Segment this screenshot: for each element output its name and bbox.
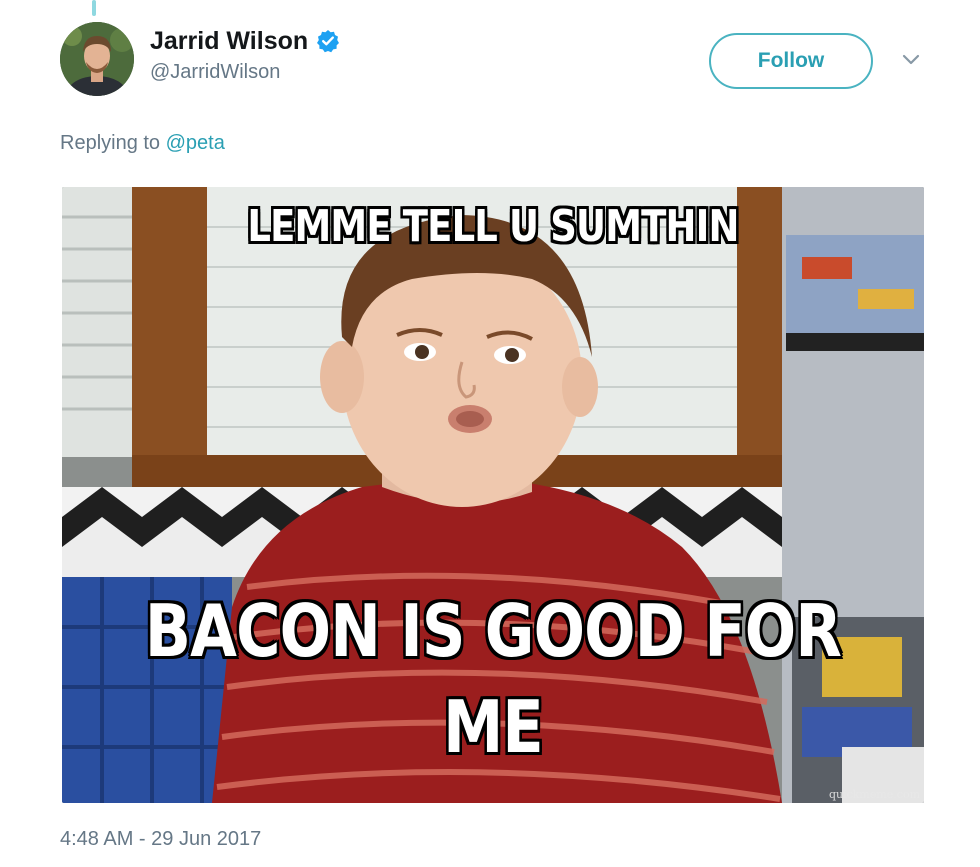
author-name-text[interactable]: Jarrid Wilson xyxy=(150,26,308,56)
follow-button[interactable]: Follow xyxy=(709,33,873,89)
avatar[interactable] xyxy=(60,22,134,96)
meme-watermark: quickmeme.com xyxy=(828,788,920,801)
chevron-down-icon[interactable] xyxy=(899,50,923,70)
verified-badge-icon xyxy=(316,29,340,53)
tweet-timestamp[interactable]: 4:48 AM - 29 Jun 2017 xyxy=(60,827,261,851)
meme-top-caption: LEMME TELL U SUMTHIN xyxy=(247,201,739,252)
replying-to-label: Replying to xyxy=(60,132,161,154)
reply-mention-link[interactable]: @peta xyxy=(166,132,225,154)
tweet-media-image[interactable]: LEMME TELL U SUMTHIN BACON IS GOOD FOR M… xyxy=(62,187,924,803)
thread-connector-line xyxy=(92,0,96,16)
author-handle[interactable]: @JarridWilson xyxy=(150,60,280,84)
replying-to: Replying to @peta xyxy=(60,131,225,155)
tweet-card: Jarrid Wilson @JarridWilson Follow Reply… xyxy=(0,0,980,867)
author-name[interactable]: Jarrid Wilson xyxy=(150,26,340,56)
meme-bottom-caption: BACON IS GOOD FOR ME xyxy=(144,589,842,769)
